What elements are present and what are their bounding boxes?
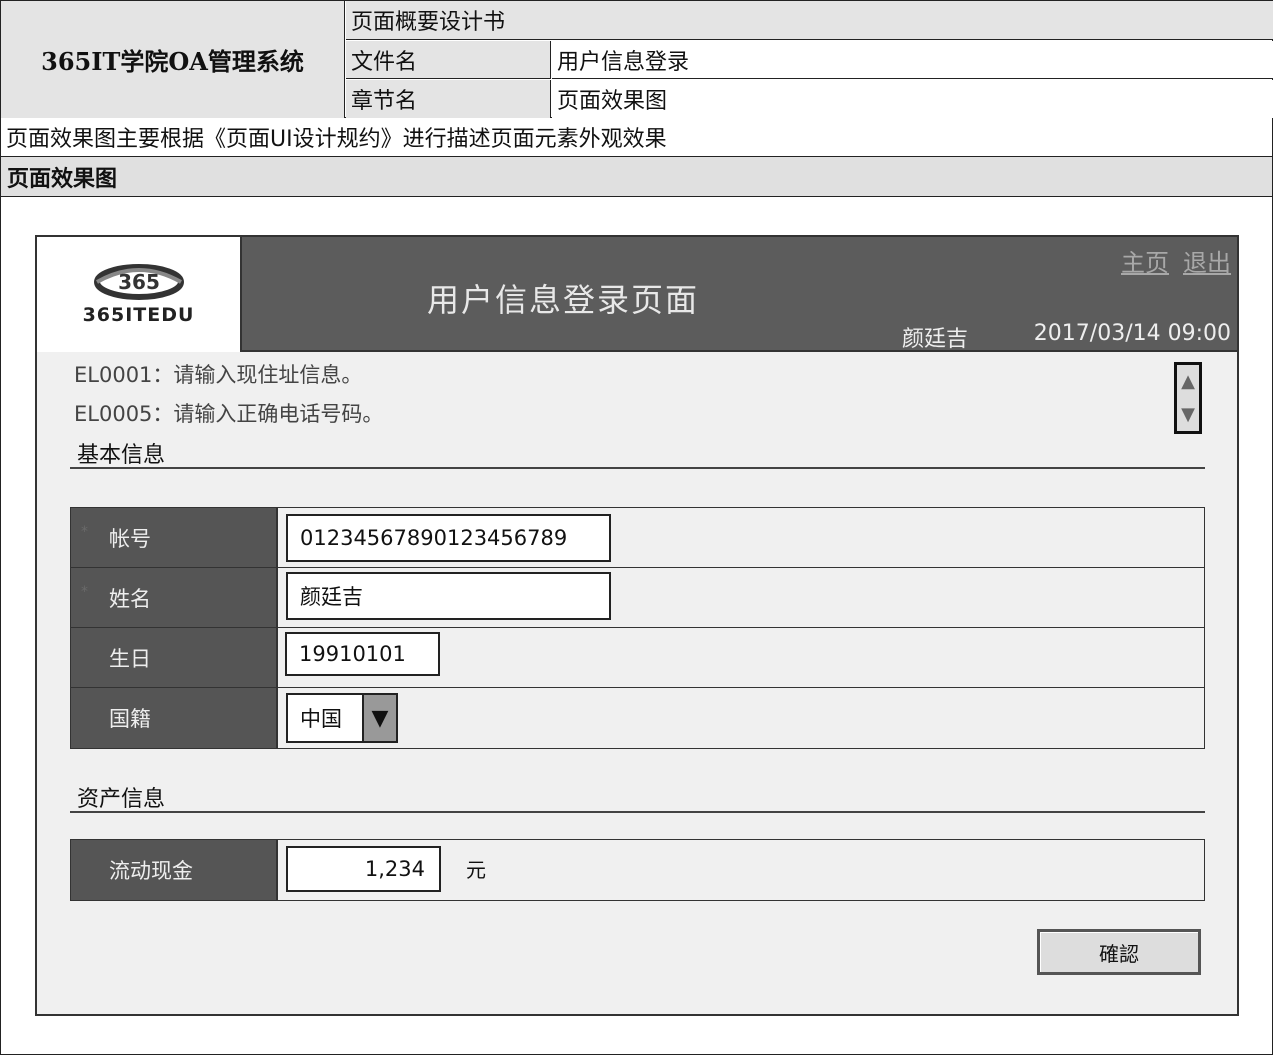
- home-link[interactable]: 主页: [1121, 249, 1169, 277]
- page-title: 用户信息登录页面: [427, 281, 700, 319]
- section-divider: [70, 811, 1205, 813]
- name-input[interactable]: 颜廷吉: [286, 572, 611, 620]
- top-links: 主页 退出: [1107, 243, 1231, 278]
- logo-mark-icon: 365: [93, 263, 185, 300]
- field-label: 流动现金: [71, 840, 278, 900]
- doc-header-table: 365IT学院OA管理系统 页面概要设计书 文件名 用户信息登录 章节名 页面效…: [0, 0, 1273, 118]
- form-row-account: * 帐号 01234567890123456789: [71, 508, 1204, 568]
- triangle-down-icon[interactable]: ▼: [362, 693, 398, 743]
- triangle-down-icon[interactable]: ▼: [1177, 398, 1199, 431]
- form-row-cash: 流动现金 1,234 元: [71, 840, 1204, 900]
- section-divider: [70, 467, 1205, 469]
- form-row-nationality: 国籍 中国 ▼: [71, 688, 1204, 748]
- unit-label: 元: [466, 858, 486, 882]
- app-window: 365 365ITEDU 用户信息登录页面 主页 退出 颜廷吉 2017/03/1…: [35, 235, 1239, 1016]
- filename-value: 用户信息登录: [552, 41, 1273, 79]
- error-message: EL0001：请输入现住址信息。: [74, 363, 363, 387]
- nationality-select[interactable]: 中国: [286, 693, 364, 743]
- field-label: 国籍: [71, 688, 278, 748]
- form-row-birthday: 生日 19910101: [71, 628, 1204, 688]
- system-title: 365IT学院OA管理系统: [1, 1, 345, 118]
- user-name: 颜廷吉: [902, 327, 969, 352]
- error-message: EL0005：请输入正确电话号码。: [74, 402, 384, 426]
- chapter-label: 章节名: [346, 80, 551, 118]
- cash-input[interactable]: 1,234: [286, 846, 441, 892]
- confirm-button[interactable]: 確認: [1037, 929, 1201, 975]
- asset-info-title: 资产信息: [77, 787, 166, 812]
- basic-info-form: * 帐号 01234567890123456789 * 姓名 颜廷吉 生日 19…: [70, 507, 1205, 749]
- triangle-up-icon[interactable]: ▲: [1177, 365, 1199, 398]
- field-label: * 帐号: [71, 508, 278, 567]
- app-header: 365 365ITEDU 用户信息登录页面 主页 退出 颜廷吉 2017/03/1…: [37, 237, 1237, 352]
- doc-description: 页面效果图主要根据《页面UI设计规约》进行描述页面元素外观效果: [0, 118, 1273, 157]
- form-row-name: * 姓名 颜廷吉: [71, 568, 1204, 628]
- filename-label: 文件名: [346, 41, 551, 79]
- account-input[interactable]: 01234567890123456789: [286, 514, 611, 562]
- asset-info-form: 流动现金 1,234 元: [70, 839, 1205, 901]
- required-mark: *: [81, 584, 88, 600]
- logout-link[interactable]: 退出: [1183, 249, 1231, 277]
- logo-text: 365ITEDU: [82, 303, 195, 326]
- error-scrollbar[interactable]: ▲ ▼: [1174, 362, 1202, 434]
- birthday-input[interactable]: 19910101: [285, 632, 440, 676]
- doc-section-title: 页面效果图: [0, 157, 1273, 197]
- field-label: 生日: [71, 628, 278, 687]
- logo: 365 365ITEDU: [37, 237, 242, 352]
- field-label: * 姓名: [71, 568, 278, 627]
- svg-text:365: 365: [118, 270, 160, 294]
- spec-title: 页面概要设计书: [346, 1, 1273, 40]
- chapter-value: 页面效果图: [552, 80, 1273, 118]
- datetime: 2017/03/14 09:00: [1033, 321, 1231, 346]
- required-mark: *: [81, 524, 88, 540]
- basic-info-title: 基本信息: [77, 443, 166, 468]
